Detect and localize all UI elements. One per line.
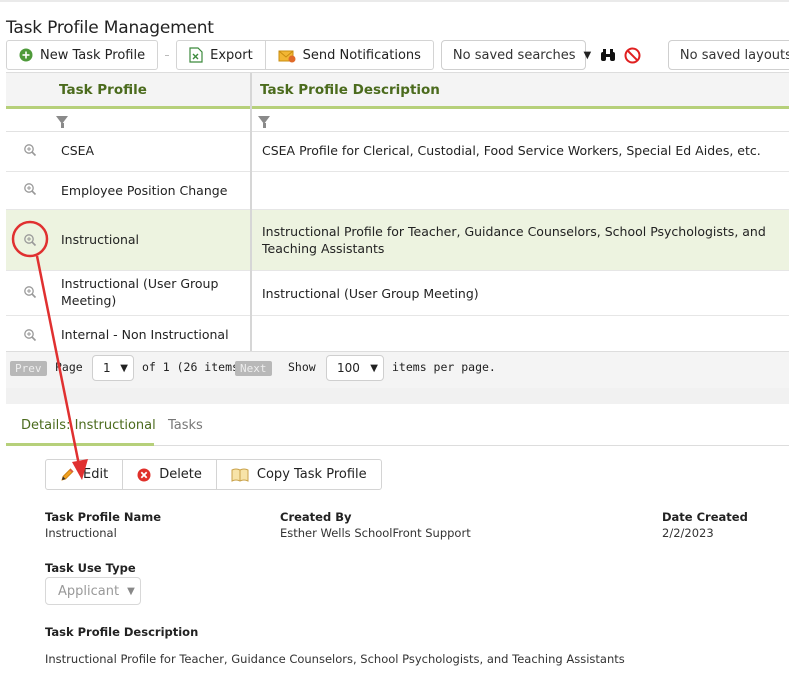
tab-tasks[interactable]: Tasks	[168, 418, 203, 433]
created-by-value: Esther Wells SchoolFront Support	[280, 526, 471, 540]
page-count: of 1 (26 items)	[142, 360, 246, 374]
row-name: Internal - Non Instructional	[61, 327, 229, 342]
table-row-selected[interactable]: Instructional Instructional Profile for …	[6, 210, 789, 271]
saved-searches-select[interactable]: No saved searches ▼	[440, 40, 591, 70]
task-profile-name-value: Instructional	[45, 526, 117, 540]
chevron-down-icon: ▼	[127, 585, 135, 597]
copy-task-profile-button[interactable]: Copy Task Profile	[217, 460, 381, 489]
table-row[interactable]: Employee Position Change	[6, 172, 789, 210]
task-use-type-select[interactable]: Applicant ▼	[45, 577, 141, 605]
send-notifications-label: Send Notifications	[302, 47, 421, 63]
chevron-down-icon: ▼	[120, 362, 128, 374]
tab-details[interactable]: Details: Instructional	[21, 418, 156, 433]
filter-row	[6, 112, 789, 132]
delete-button[interactable]: Delete	[123, 460, 217, 489]
delete-x-icon	[137, 468, 151, 481]
copy-label: Copy Task Profile	[256, 467, 367, 482]
chevron-down-icon: ▼	[583, 49, 592, 61]
envelope-icon	[278, 50, 296, 62]
task-use-type-label: Task Use Type	[45, 561, 136, 575]
new-task-profile-label: New Task Profile	[40, 47, 146, 63]
task-use-type-value: Applicant	[58, 583, 120, 599]
task-profile-grid: Task Profile Task Profile Description CS…	[6, 72, 789, 389]
grid-header: Task Profile Task Profile Description	[6, 73, 789, 109]
detail-actions: Edit Delete Copy Task Profile	[45, 459, 382, 490]
chevron-down-icon: ▼	[370, 362, 378, 374]
task-profile-description-value: Instructional Profile for Teacher, Guida…	[45, 652, 625, 666]
detail-tabs: Details: Instructional Tasks	[6, 406, 789, 446]
prev-page-button[interactable]: Prev	[10, 361, 47, 376]
saved-layouts-select[interactable]: No saved layouts ▼	[667, 40, 789, 70]
next-page-button[interactable]: Next	[235, 361, 272, 376]
task-profile-description-label: Task Profile Description	[45, 625, 199, 639]
row-name: Employee Position Change	[61, 183, 228, 198]
excel-icon	[189, 47, 203, 63]
clear-search-icon[interactable]	[624, 47, 641, 64]
magnify-icon[interactable]	[23, 182, 37, 196]
show-label: Show	[288, 360, 316, 374]
page-label: Page	[55, 360, 83, 374]
row-name: Instructional	[61, 232, 140, 247]
section-divider	[6, 388, 789, 404]
date-created-label: Date Created	[662, 510, 748, 524]
filter-icon[interactable]	[56, 116, 68, 128]
saved-layouts-value: No saved layouts	[679, 47, 789, 63]
active-tab-indicator	[6, 443, 154, 446]
export-label: Export	[210, 47, 253, 63]
page-title: Task Profile Management	[6, 18, 214, 38]
binoculars-icon[interactable]	[600, 48, 616, 62]
pencil-icon	[61, 468, 74, 481]
magnify-icon[interactable]	[23, 328, 37, 342]
top-rule	[0, 0, 789, 2]
page-value: 1	[103, 361, 111, 375]
column-divider	[250, 73, 252, 351]
per-page-suffix: items per page.	[392, 360, 496, 374]
row-name: CSEA	[61, 143, 95, 158]
send-notifications-button[interactable]: Send Notifications	[265, 40, 434, 70]
per-page-select[interactable]: 100 ▼	[326, 355, 384, 381]
magnify-icon[interactable]	[23, 143, 37, 157]
plus-circle-icon	[19, 48, 33, 62]
magnify-icon[interactable]	[23, 233, 37, 247]
edit-button[interactable]: Edit	[46, 460, 124, 489]
new-task-profile-button[interactable]: New Task Profile	[6, 40, 159, 70]
magnify-icon[interactable]	[23, 285, 37, 299]
task-profile-name-label: Task Profile Name	[45, 510, 162, 524]
created-by-label: Created By	[280, 510, 352, 524]
edit-label: Edit	[83, 467, 109, 482]
pager: Prev Page 1 ▼ of 1 (26 items) Next Show …	[6, 351, 789, 389]
export-button[interactable]: Export	[176, 40, 266, 70]
row-description: Instructional Profile for Teacher, Guida…	[262, 224, 766, 256]
column-header-task-profile[interactable]: Task Profile	[59, 82, 147, 98]
saved-searches-value: No saved searches	[452, 47, 576, 63]
column-header-description[interactable]: Task Profile Description	[260, 82, 440, 98]
toolbar: New Task Profile Export Send Notificatio…	[6, 40, 789, 70]
table-row[interactable]: CSEA CSEA Profile for Clerical, Custodia…	[6, 133, 789, 172]
book-icon	[231, 468, 249, 482]
row-description: CSEA Profile for Clerical, Custodial, Fo…	[262, 143, 761, 158]
filter-icon[interactable]	[258, 116, 270, 128]
page-select[interactable]: 1 ▼	[92, 355, 134, 381]
table-row[interactable]: Internal - Non Instructional	[6, 316, 789, 351]
per-page-value: 100	[337, 361, 360, 375]
table-row[interactable]: Instructional (User Group Meeting) Instr…	[6, 271, 789, 316]
toolbar-separator	[165, 54, 170, 56]
row-name: Instructional (User Group Meeting)	[61, 276, 219, 308]
delete-label: Delete	[159, 467, 202, 482]
date-created-value: 2/2/2023	[662, 526, 714, 540]
row-description: Instructional (User Group Meeting)	[262, 286, 479, 301]
